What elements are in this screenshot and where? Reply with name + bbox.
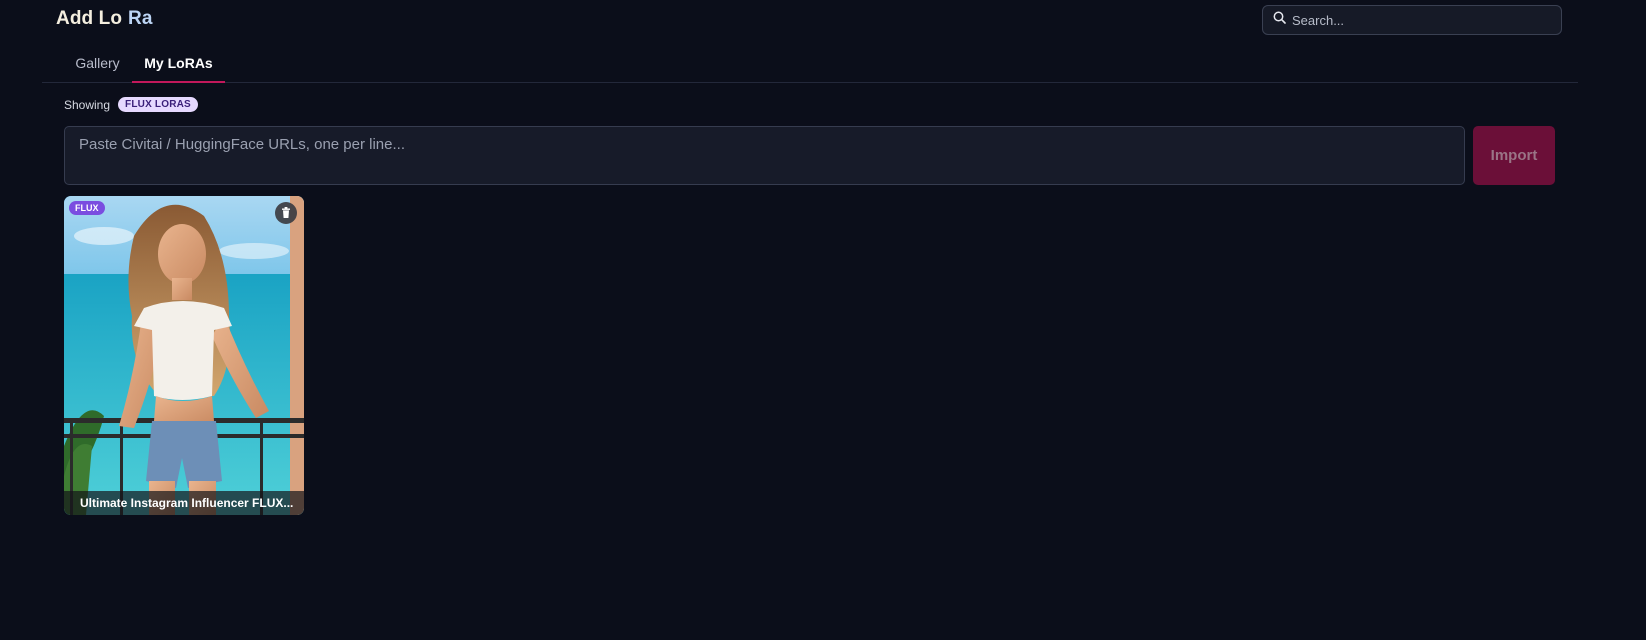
filter-badge: FLUX LORAS <box>118 97 198 112</box>
search-icon <box>1273 11 1286 29</box>
page-title: Add Lo Ra <box>56 8 153 30</box>
tab-my-loras[interactable]: My LoRAs <box>132 46 225 83</box>
filter-label: Showing <box>64 97 111 112</box>
trash-icon <box>281 206 291 221</box>
page-title-part2: Ra <box>128 8 153 29</box>
url-input[interactable] <box>64 126 1465 185</box>
tab-gallery[interactable]: Gallery <box>70 46 125 83</box>
filter-indicator: Showing FLUX LORAS <box>64 97 198 112</box>
search-input[interactable] <box>1292 12 1561 28</box>
tab-bar: Gallery My LoRAs <box>42 46 1578 83</box>
delete-button[interactable] <box>275 202 297 224</box>
import-button[interactable]: Import <box>1473 126 1555 185</box>
lora-thumbnail <box>64 196 304 515</box>
search-box[interactable] <box>1262 5 1562 35</box>
flux-badge: FLUX <box>69 201 105 215</box>
lora-card[interactable]: FLUX Ultimate Instagram Influencer FLUX.… <box>64 196 304 515</box>
page-title-part1: Add Lo <box>56 8 123 29</box>
lora-title: Ultimate Instagram Influencer FLUX... <box>64 491 304 515</box>
